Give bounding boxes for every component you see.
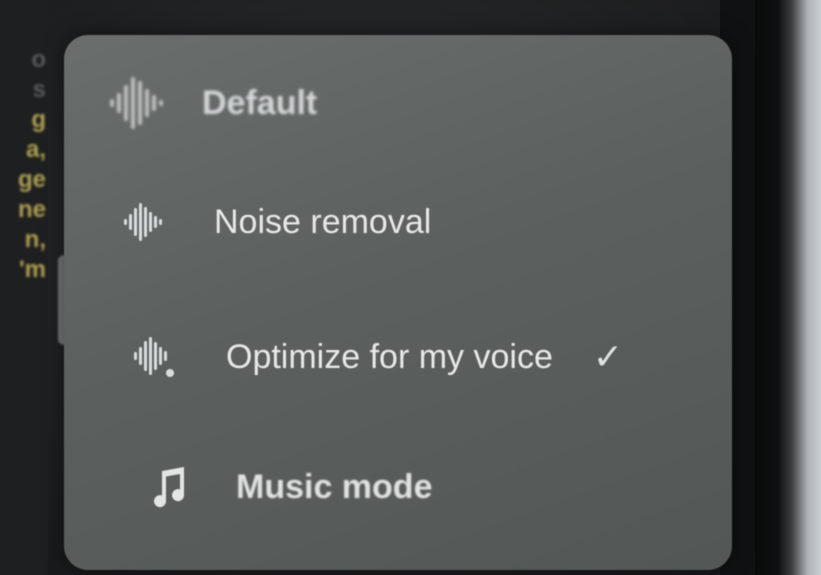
menu-item-label: Noise removal bbox=[214, 202, 432, 241]
video-frame: o s g a, ge ne n, 'm Default Noise remov… bbox=[0, 0, 821, 575]
caption-fragment: o bbox=[31, 46, 46, 73]
menu-item-label: Default bbox=[202, 83, 318, 122]
menu-item-default[interactable]: Default bbox=[106, 73, 317, 133]
menu-item-music-mode[interactable]: Music mode bbox=[146, 465, 432, 509]
device-bezel bbox=[755, 0, 821, 575]
caption-fragment: a, bbox=[25, 136, 46, 163]
checkmark-icon: ✓ bbox=[592, 336, 624, 377]
caption-fragment: n, bbox=[24, 226, 46, 253]
caption-strip: o s g a, ge ne n, 'm bbox=[0, 0, 48, 575]
waveform-icon bbox=[122, 200, 166, 244]
mic-mode-menu: Default Noise removal Optimize for my vo… bbox=[64, 35, 732, 570]
caption-fragment: s bbox=[32, 76, 46, 103]
menu-item-label: Optimize for my voice bbox=[226, 337, 553, 376]
caption-fragment: g bbox=[31, 106, 46, 133]
caption-fragment: 'm bbox=[18, 256, 46, 283]
menu-item-optimize-voice[interactable]: Optimize for my voice ✓ bbox=[132, 335, 623, 379]
waveform-icon bbox=[106, 73, 166, 133]
caption-text: o s g a, ge ne n, 'm bbox=[6, 45, 46, 285]
caption-fragment: ne bbox=[17, 196, 46, 223]
music-note-icon bbox=[146, 465, 190, 509]
caption-fragment: ge bbox=[17, 166, 46, 193]
voice-waveform-icon bbox=[132, 335, 176, 379]
menu-item-label: Music mode bbox=[236, 467, 433, 506]
menu-item-noise-removal[interactable]: Noise removal bbox=[122, 200, 431, 244]
